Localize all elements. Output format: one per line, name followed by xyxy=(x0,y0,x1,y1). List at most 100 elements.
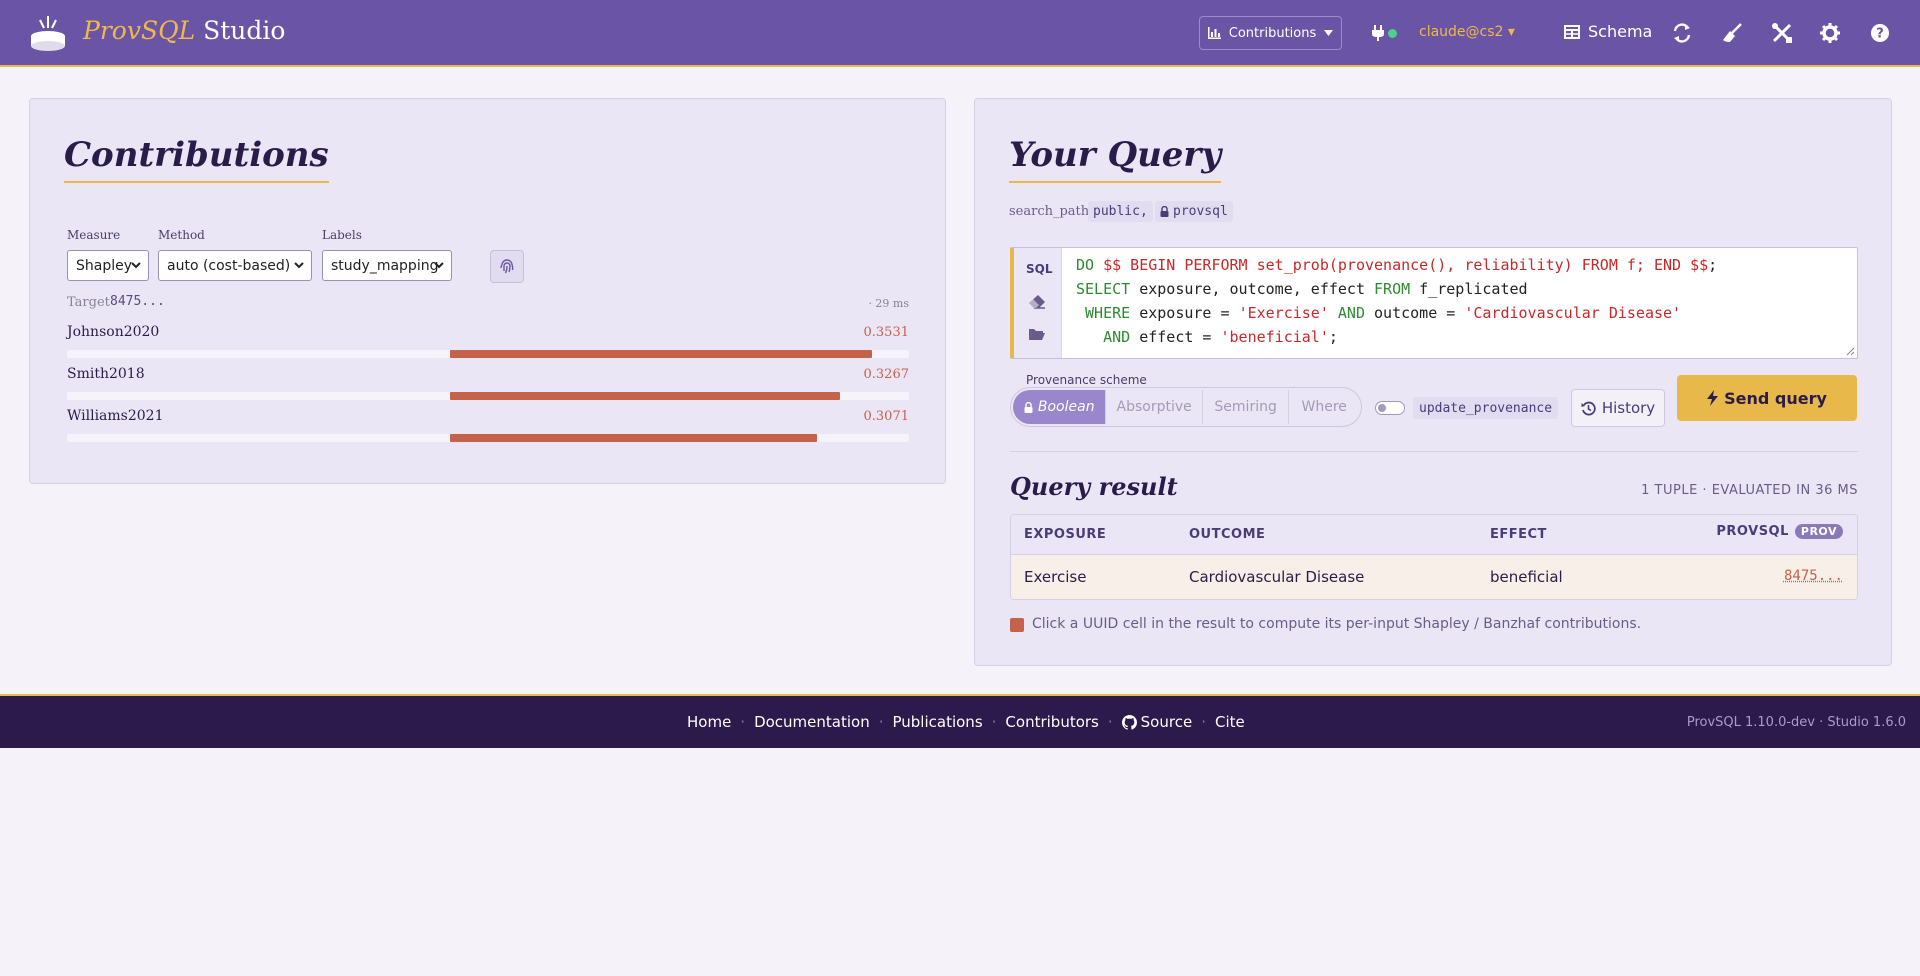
target-value: 8475... xyxy=(110,294,165,309)
sql-code[interactable]: DO $$ BEGIN PERFORM set_prob(provenance(… xyxy=(1076,253,1717,349)
scheme-boolean[interactable]: Boolean xyxy=(1013,390,1107,424)
search-path-provsql-text: provsql xyxy=(1173,204,1228,219)
query-panel: Your Query search_path: public, provsql … xyxy=(974,98,1892,666)
method-value: auto (cost-based) xyxy=(167,257,291,274)
search-path-public: public, xyxy=(1088,201,1153,222)
contribution-bar xyxy=(450,434,817,442)
scheme-where[interactable]: Where xyxy=(1289,390,1359,424)
mode-dropdown-button[interactable]: Contributions xyxy=(1199,16,1342,50)
lock-icon xyxy=(1160,206,1169,217)
contribution-value: 0.3267 xyxy=(863,367,910,382)
section-divider xyxy=(1010,451,1858,452)
prov-badge: PROV xyxy=(1794,524,1843,539)
sql-label: SQL xyxy=(1026,262,1053,276)
footer-link-contributors[interactable]: Contributors xyxy=(1005,713,1098,731)
footer-link-home[interactable]: Home xyxy=(687,713,731,731)
footer-links: Home · Documentation · Publications · Co… xyxy=(687,713,1245,731)
tools-icon[interactable] xyxy=(1771,22,1793,44)
bolt-icon xyxy=(1707,390,1719,406)
scheme-boolean-label: Boolean xyxy=(1037,399,1095,415)
contributions-title: Contributions xyxy=(64,135,329,183)
footer-separator: · xyxy=(740,713,746,731)
update-provenance-label: update_provenance xyxy=(1413,397,1559,419)
github-icon xyxy=(1121,714,1137,730)
cell-exposure: Exercise xyxy=(1024,568,1087,586)
column-header-exposure[interactable]: EXPOSURE xyxy=(1024,527,1106,542)
chevron-down-icon xyxy=(294,262,304,269)
column-header-provsql[interactable]: PROVSQL PROV xyxy=(1716,524,1843,539)
folder-open-icon[interactable] xyxy=(1028,326,1046,342)
editor-gutter: SQL xyxy=(1014,248,1062,358)
brand-provsql: ProvSQL xyxy=(83,16,196,45)
provenance-scheme-selector: Boolean Absorptive Semiring Where xyxy=(1010,387,1362,427)
brand-title[interactable]: ProvSQL Studio xyxy=(83,16,285,45)
bar-chart-icon xyxy=(1207,27,1221,39)
cell-outcome: Cardiovascular Disease xyxy=(1189,568,1365,586)
provenance-scheme-label: Provenance scheme xyxy=(1026,373,1147,387)
query-result-title: Query result xyxy=(1010,472,1178,501)
refresh-icon[interactable] xyxy=(1671,22,1693,44)
mode-label: Contributions xyxy=(1228,25,1317,41)
measure-label: Measure xyxy=(67,228,121,242)
footer-link-publications[interactable]: Publications xyxy=(893,713,983,731)
result-table-header: EXPOSURE OUTCOME EFFECT PROVSQL PROV xyxy=(1011,515,1857,555)
contribution-name: Smith2018 xyxy=(67,366,145,382)
target-label: Target xyxy=(67,295,110,310)
connection-status[interactable] xyxy=(1372,23,1400,43)
footer-separator: · xyxy=(1201,713,1206,731)
measure-select[interactable]: Shapley xyxy=(67,250,149,281)
history-icon xyxy=(1581,401,1596,415)
table-row: Exercise Cardiovascular Disease benefici… xyxy=(1011,555,1857,599)
send-query-label: Send query xyxy=(1724,388,1827,408)
gear-icon[interactable] xyxy=(1819,22,1841,44)
contribution-name: Williams2021 xyxy=(67,408,164,424)
footer-link-documentation[interactable]: Documentation xyxy=(754,713,870,731)
fingerprint-button[interactable] xyxy=(490,250,524,283)
broom-icon[interactable] xyxy=(1721,22,1743,44)
labels-label: Labels xyxy=(322,228,362,242)
contribution-value: 0.3531 xyxy=(863,325,910,340)
provsql-logo-icon[interactable] xyxy=(28,14,68,52)
connected-dot-icon xyxy=(1388,28,1397,38)
help-icon[interactable]: ? xyxy=(1869,22,1891,44)
footer: Home · Documentation · Publications · Co… xyxy=(0,694,1920,748)
footer-separator: · xyxy=(991,713,997,731)
contributions-panel: Contributions Measure Shapley Method aut… xyxy=(29,98,946,484)
footer-separator: · xyxy=(878,713,884,731)
chevron-down-icon xyxy=(131,262,141,269)
method-select[interactable]: auto (cost-based) xyxy=(158,250,312,281)
version-info: ProvSQL 1.10.0-dev · Studio 1.6.0 xyxy=(1686,715,1906,730)
scheme-semiring[interactable]: Semiring xyxy=(1203,390,1290,424)
plug-icon xyxy=(1372,25,1384,41)
sql-editor[interactable]: SQL DO $$ BEGIN PERFORM set_prob(provena… xyxy=(1010,247,1858,359)
provsql-header-label: PROVSQL xyxy=(1716,524,1789,539)
measure-value: Shapley xyxy=(76,257,133,274)
resize-handle-icon[interactable] xyxy=(1845,346,1855,356)
method-label: Method xyxy=(158,228,205,242)
search-path-label: search_path: xyxy=(1009,204,1094,219)
chevron-down-icon xyxy=(434,262,444,269)
column-header-effect[interactable]: EFFECT xyxy=(1490,527,1547,542)
footer-link-source[interactable]: Source xyxy=(1121,713,1192,731)
column-header-outcome[interactable]: OUTCOME xyxy=(1189,527,1265,542)
contribution-hint: Click a UUID cell in the result to compu… xyxy=(1032,616,1642,632)
svg-text:?: ? xyxy=(1876,27,1884,42)
query-title: Your Query xyxy=(1009,135,1222,183)
table-icon xyxy=(1564,24,1580,39)
labels-select[interactable]: study_mapping xyxy=(322,250,452,281)
scheme-absorptive[interactable]: Absorptive xyxy=(1106,390,1203,424)
brand-studio: Studio xyxy=(195,16,286,45)
search-path-public-text: public, xyxy=(1093,204,1148,219)
eraser-icon[interactable] xyxy=(1028,294,1046,310)
update-provenance-toggle[interactable] xyxy=(1375,401,1405,415)
footer-link-cite[interactable]: Cite xyxy=(1215,713,1245,731)
hint-swatch xyxy=(1010,618,1024,632)
labels-value: study_mapping xyxy=(331,257,439,274)
cell-provsql-uuid[interactable]: 8475... xyxy=(1784,568,1843,584)
caret-down-icon xyxy=(1324,30,1334,36)
send-query-button[interactable]: Send query xyxy=(1677,375,1857,421)
history-button[interactable]: History xyxy=(1571,389,1665,427)
schema-button[interactable]: Schema xyxy=(1564,22,1652,41)
schema-label: Schema xyxy=(1588,22,1653,41)
user-menu[interactable]: claude@cs2 ▾ xyxy=(1419,24,1515,40)
